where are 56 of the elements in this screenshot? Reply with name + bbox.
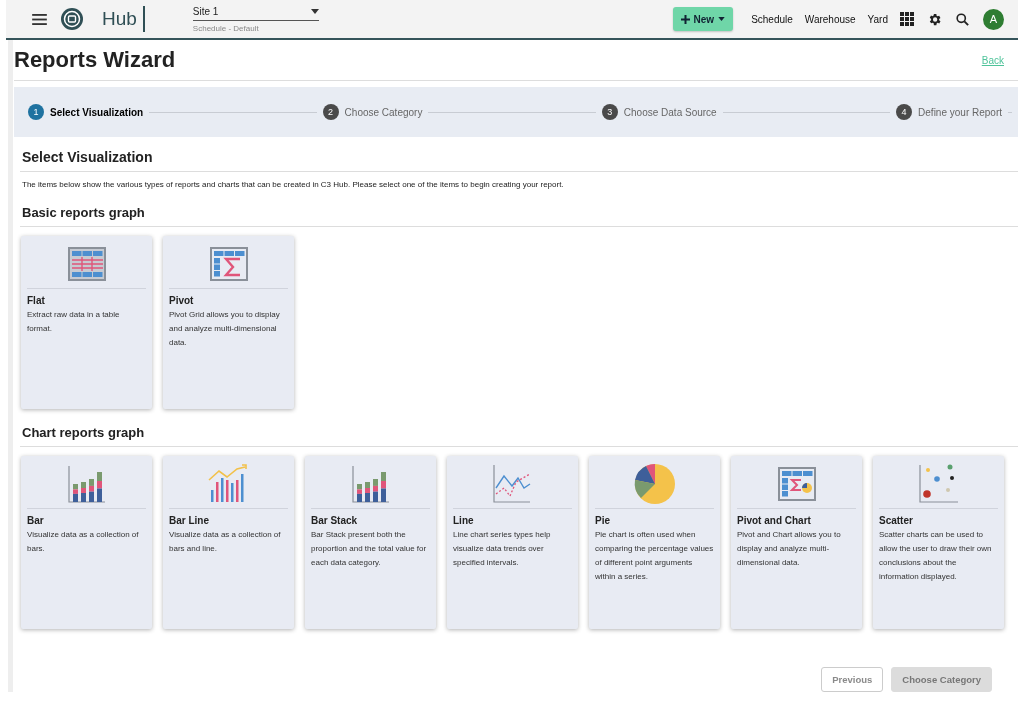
visualization-card[interactable]: Bar Line Visualize data as a collection of bars and line.	[163, 456, 294, 629]
wizard-step[interactable]: Select Visualization	[50, 106, 144, 118]
visualization-card[interactable]: Pie Pie chart is often used when comparing the percentage values of different point arguments within a series.	[589, 456, 720, 629]
card-title: Bar Line	[169, 515, 210, 526]
visualization-card[interactable]: Bar Stack Bar Stack present both the proportion and the total value for each data category.	[305, 456, 436, 629]
settings-icon[interactable]	[927, 11, 942, 27]
nav-link[interactable]: Schedule	[751, 13, 793, 25]
card-description: Pie chart is often used when comparing the percentage values of different point arguments within a series.	[595, 529, 714, 583]
card-title: Line	[453, 515, 475, 526]
card-title: Bar Stack	[311, 515, 359, 526]
section-description: The items below show the various types of reports and charts that can be created in C3 Hub. Please select one of the items to begin creating your report.	[22, 180, 565, 189]
logo-icon	[60, 7, 84, 31]
new-button[interactable]: New	[672, 7, 734, 31]
visualization-card[interactable]: Pivot Pivot Grid allows you to display and analyze multi-dimensional data.	[163, 236, 294, 409]
nav-link[interactable]: Yard	[867, 13, 888, 25]
wizard-step[interactable]: Choose Data Source	[623, 106, 717, 118]
caret-icon	[310, 8, 319, 14]
card-title: Pivot and Chart	[737, 515, 812, 526]
card-description: Extract raw data in a table format.	[27, 309, 121, 335]
card-description: Bar Stack present both the proportion and the total value for each data category.	[311, 529, 428, 569]
page-title: Reports Wizard	[14, 47, 176, 73]
card-description: Pivot Grid allows you to display and analyze multi-dimensional data.	[169, 309, 281, 349]
search-icon[interactable]	[955, 11, 970, 27]
card-description: Pivot and Chart allows you to display and analyze multi-dimensional data.	[737, 529, 842, 569]
card-title: Bar	[27, 515, 45, 526]
logo-text: Hub	[102, 8, 137, 30]
card-title: Flat	[27, 295, 46, 306]
card-title: Pie	[595, 515, 611, 526]
group-title: Chart reports graph	[20, 409, 1018, 447]
visualization-card[interactable]: Line Line chart series types help visualize data trends over specified intervals.	[447, 456, 578, 629]
visualization-card[interactable]: Scatter Scatter charts can be used to allow the user to draw their own conclusions about the information displayed.	[873, 456, 1004, 629]
card-description: Visualize data as a collection of bars.	[27, 529, 140, 555]
wizard-step[interactable]: Define your Report	[918, 106, 1002, 118]
card-title: Pivot	[169, 295, 195, 306]
user-avatar[interactable]: A	[983, 8, 1004, 30]
step-number: 2	[322, 104, 339, 120]
card-description: Line chart series types help visualize data trends over specified intervals.	[453, 529, 552, 569]
apps-grid-icon[interactable]	[900, 12, 914, 26]
site-select[interactable]: Site 1 Schedule - Default	[192, 5, 319, 33]
step-number: 1	[28, 104, 44, 120]
caret-icon	[718, 17, 726, 21]
visualization-card[interactable]: Bar Visualize data as a collection of bars.	[21, 456, 152, 629]
card-description: Visualize data as a collection of bars and line.	[169, 529, 282, 555]
step-number: 3	[601, 104, 618, 120]
card-description: Scatter charts can be used to allow the user to draw their own conclusions about the information displayed.	[879, 529, 993, 583]
card-title: Scatter	[879, 515, 914, 526]
visualization-card[interactable]: Pivot and Chart Pivot and Chart allows you to display and analyze multi-dimensional data.	[731, 456, 862, 629]
plus-icon	[680, 14, 690, 24]
group-title: Basic reports graph	[20, 189, 1018, 227]
site-helper-text: Schedule - Default	[192, 23, 260, 33]
wizard-step[interactable]: Choose Category	[344, 106, 423, 118]
section-title: Select Visualization	[20, 137, 1018, 172]
visualization-card[interactable]: Flat Extract raw data in a table format.	[21, 236, 152, 409]
step-number: 4	[896, 104, 913, 120]
menu-icon[interactable]	[32, 13, 47, 25]
nav-link[interactable]: Warehouse	[804, 13, 856, 25]
